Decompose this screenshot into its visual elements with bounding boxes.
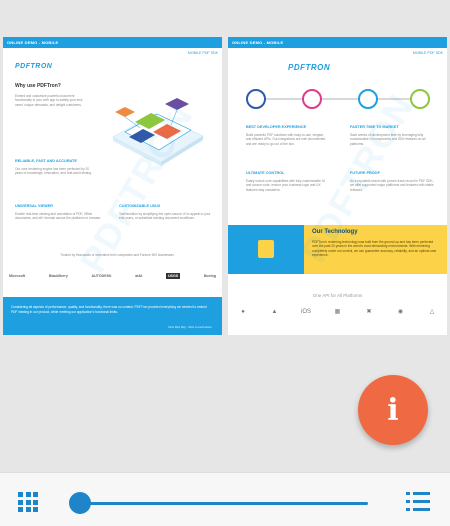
page-slider-thumb[interactable] <box>69 492 91 514</box>
xamarin-icon: ✖ <box>366 309 372 315</box>
section-title: FASTER TIME TO MARKET <box>350 125 399 129</box>
globe-icon: ● <box>241 309 245 315</box>
partner-logo: USGS <box>165 273 181 279</box>
pdftron-logo: PDFTRON <box>15 63 53 70</box>
cube-icon <box>258 240 274 258</box>
thumbnails-grid-icon[interactable] <box>18 492 38 512</box>
section-text: Save weeks of development time by levera… <box>350 133 426 146</box>
document-page-right[interactable]: ONLINE DEMO - MOBILE MOBILE PDF SDK PDFT… <box>228 37 447 335</box>
timeline-step-icon <box>302 89 322 109</box>
outline-list-icon[interactable] <box>406 492 430 512</box>
technology-text: PDFTron's rendering technology was built… <box>312 240 437 258</box>
testimonial-text: Considering all aspects of performance, … <box>11 305 207 314</box>
platform-icons: ● ▲ iOS ▦ ✖ ◉ △ <box>238 307 437 317</box>
section-title: BEST DEVELOPER EXPERIENCE <box>246 125 307 129</box>
intro-text: Embed and customize powerful document fu… <box>15 94 84 107</box>
section-text: Enable real-time viewing and annotation … <box>15 212 102 221</box>
timeline-step-icon <box>410 89 430 109</box>
isometric-illustration <box>112 98 204 166</box>
partner-logo: AUTODESK <box>91 274 112 278</box>
partner-logo: at&t <box>135 274 143 278</box>
info-button[interactable]: i <box>358 375 428 445</box>
page-header: ONLINE DEMO - MOBILE <box>3 37 222 48</box>
section-title: RELIABLE, FAST AND ACCURATE <box>15 159 77 163</box>
timeline-line <box>248 98 427 100</box>
platform-label: One API for All Platforms <box>312 293 363 298</box>
section-text: Easily unlock core capabilities with ful… <box>246 179 326 192</box>
info-icon: i <box>387 392 399 428</box>
testimonial-author: Rick Bell Mgr., Rick Coordination <box>168 325 212 329</box>
windows-icon: ▦ <box>334 309 341 315</box>
ios-icon: iOS <box>301 309 312 315</box>
section-title: FUTURE PROOF <box>350 171 380 175</box>
section-title: ULTIMATE CONTROL <box>246 171 285 175</box>
feature-timeline <box>240 87 435 111</box>
technology-graphic <box>228 225 304 274</box>
timeline-step-icon <box>358 89 378 109</box>
bottom-toolbar <box>0 472 450 526</box>
partner-logos: Microsoft BlackBerry AUTODESK at&t USGS … <box>9 273 216 279</box>
section-text: As a reputable brand with proven track r… <box>350 179 434 192</box>
page-subheader: MOBILE PDF SDK <box>412 51 443 55</box>
document-page-left[interactable]: ONLINE DEMO - MOBILE MOBILE PDF SDK PDFT… <box>3 37 222 335</box>
react-icon: ◉ <box>397 309 404 315</box>
testimonial-footer: Considering all aspects of performance, … <box>3 297 222 335</box>
partner-logo: BlackBerry <box>48 274 68 278</box>
technology-title: Our Technology <box>312 229 358 235</box>
timeline-step-icon <box>246 89 266 109</box>
question-heading: Why use PDFTron? <box>15 83 61 89</box>
android-icon: ▲ <box>271 309 278 315</box>
section-text: Tone/solution by simplifying the open-so… <box>119 212 211 221</box>
page-slider-track[interactable] <box>80 502 368 505</box>
section-title: CUSTOMIZABLE UI/UX <box>119 204 161 208</box>
page-subheader: MOBILE PDF SDK <box>187 51 218 55</box>
section-text: Build powerful PDF solutions with easy-t… <box>246 133 326 146</box>
page-header: ONLINE DEMO - MOBILE <box>228 37 447 48</box>
linux-icon: △ <box>429 309 435 315</box>
section-text: Our core rendering engine has been perfe… <box>15 167 92 176</box>
partner-logo: Boeing <box>203 274 216 278</box>
trusted-line: Trusted by thousands of innovative tech … <box>60 253 174 257</box>
partner-logo: Microsoft <box>9 274 26 278</box>
pdftron-logo: PDFTRON <box>288 63 331 72</box>
section-title: UNIVERSAL VIEWER <box>15 204 53 208</box>
technology-banner: Our Technology PDFTron's rendering techn… <box>228 225 447 274</box>
